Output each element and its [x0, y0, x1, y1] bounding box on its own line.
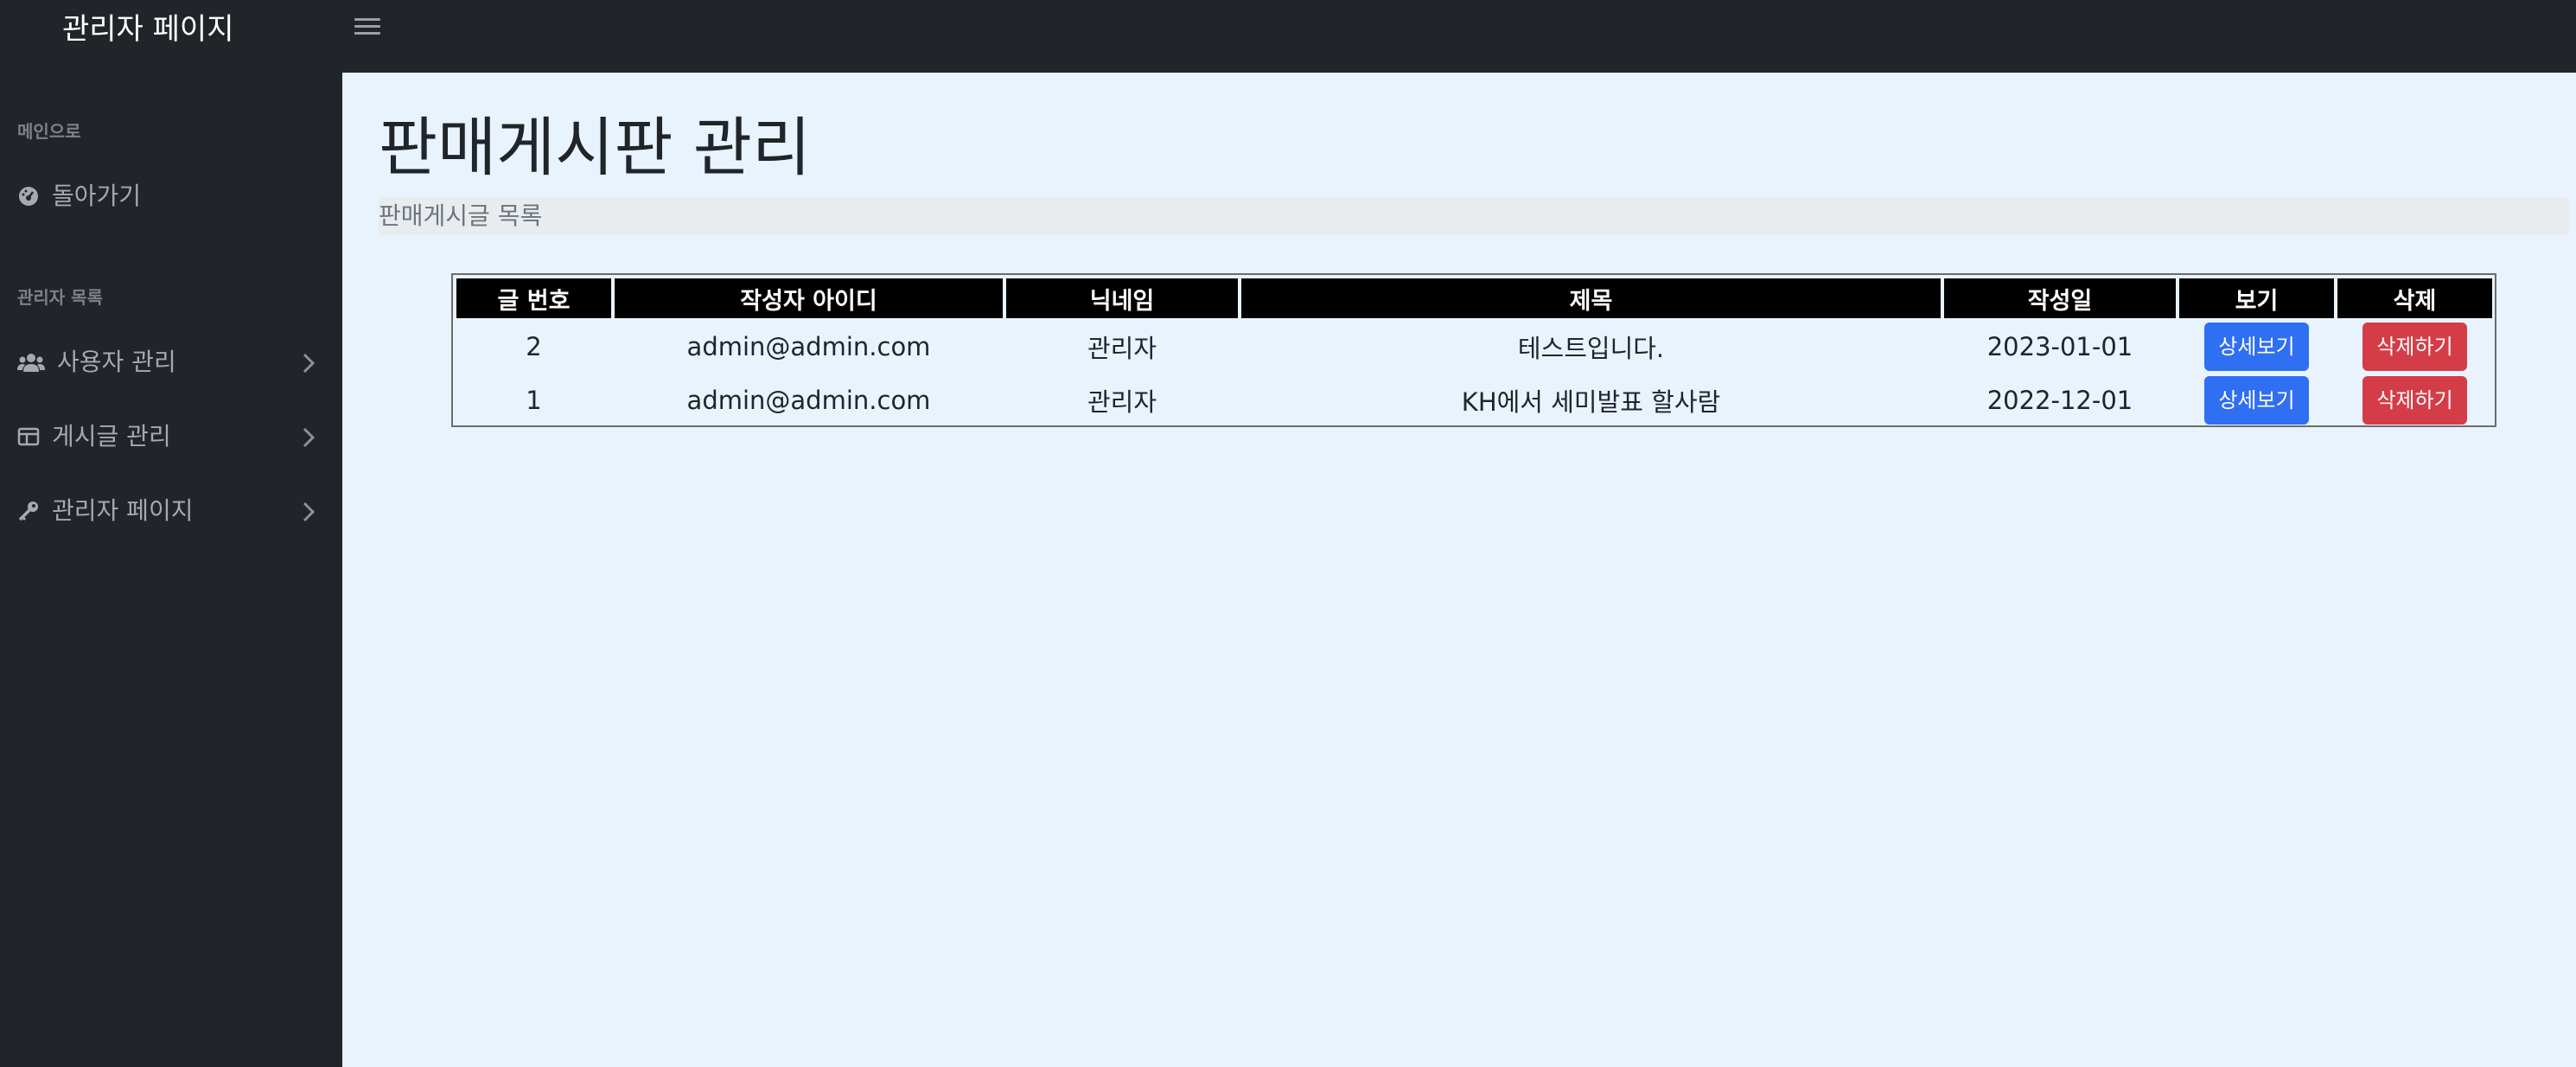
dashboard-gauge-icon: [19, 187, 38, 206]
chevron-right-icon: [303, 502, 316, 522]
sidebar-item-label: 사용자 관리: [57, 348, 176, 376]
table-header-row: 글 번호 작성자 아이디 닉네임 제목 작성일 보기 삭제: [456, 278, 2492, 318]
columns-icon: [17, 427, 40, 446]
sidebar-item-label: 돌아가기: [52, 182, 142, 210]
column-header-title: 제목: [1241, 278, 1941, 318]
cell-delete: 삭제하기: [2337, 375, 2492, 425]
cell-nickname: 관리자: [1087, 334, 1157, 363]
main-content: 판매게시판 관리 판매게시글 목록 글 번호 작성자 아이디 닉네임 제목 작성…: [342, 73, 2576, 1067]
view-detail-button[interactable]: 상세보기: [2204, 323, 2309, 371]
column-header-view: 보기: [2179, 278, 2334, 318]
sidebar-heading-main: 메인으로: [17, 121, 81, 142]
sidebar-item-post-management[interactable]: 게시글 관리: [0, 412, 342, 463]
users-icon: [17, 354, 45, 372]
delete-button[interactable]: 삭제하기: [2362, 376, 2467, 425]
sidebar-toggle-button[interactable]: [354, 14, 380, 40]
cell-author-id: admin@admin.com: [686, 332, 931, 361]
posts-table-container: 글 번호 작성자 아이디 닉네임 제목 작성일 보기 삭제 2 admin@ad…: [451, 273, 2496, 427]
sidebar-item-label: 게시글 관리: [52, 422, 171, 450]
chevron-right-icon: [303, 427, 316, 448]
cell-view: 상세보기: [2179, 375, 2334, 425]
chevron-right-icon: [303, 353, 316, 374]
sidebar-item-back[interactable]: 돌아가기: [0, 171, 342, 223]
hamburger-menu-icon: [354, 18, 380, 21]
breadcrumb-item: 판매게시글 목록: [379, 201, 543, 230]
cell-no: 1: [526, 386, 542, 415]
cell-date: 2023-01-01: [1986, 332, 2133, 361]
breadcrumb: 판매게시글 목록: [379, 197, 2569, 235]
cell-no: 2: [526, 332, 542, 361]
sidebar: 메인으로 돌아가기 관리자 목록 사용자 관리 게시글 관리 관리자 페이지: [0, 73, 342, 1067]
table-row: 1 admin@admin.com 관리자 KH에서 세미발표 할사람 2022…: [456, 375, 2492, 425]
top-navbar: 관리자 페이지: [0, 0, 2576, 73]
delete-button[interactable]: 삭제하기: [2362, 323, 2467, 371]
cell-delete: 삭제하기: [2337, 322, 2492, 372]
cell-title: KH에서 세미발표 할사람: [1461, 387, 1721, 417]
cell-view: 상세보기: [2179, 322, 2334, 372]
column-header-nickname: 닉네임: [1006, 278, 1238, 318]
view-detail-button[interactable]: 상세보기: [2204, 376, 2309, 425]
cell-date: 2022-12-01: [1986, 386, 2133, 415]
key-icon: [18, 502, 38, 521]
page-title: 판매게시판 관리: [379, 111, 812, 185]
column-header-delete: 삭제: [2337, 278, 2492, 318]
brand-title[interactable]: 관리자 페이지: [62, 7, 234, 52]
column-header-author-id: 작성자 아이디: [615, 278, 1003, 318]
sidebar-item-label: 관리자 페이지: [52, 496, 194, 525]
posts-table: 글 번호 작성자 아이디 닉네임 제목 작성일 보기 삭제 2 admin@ad…: [453, 275, 2496, 429]
cell-title: 테스트입니다.: [1517, 334, 1665, 363]
column-header-no: 글 번호: [456, 278, 611, 318]
cell-nickname: 관리자: [1087, 387, 1157, 417]
sidebar-heading-admin: 관리자 목록: [17, 287, 103, 308]
table-row: 2 admin@admin.com 관리자 테스트입니다. 2023-01-01…: [456, 322, 2492, 372]
column-header-date: 작성일: [1944, 278, 2176, 318]
cell-author-id: admin@admin.com: [686, 386, 931, 415]
sidebar-item-admin-page[interactable]: 관리자 페이지: [0, 486, 342, 538]
sidebar-item-user-management[interactable]: 사용자 관리: [0, 337, 342, 389]
